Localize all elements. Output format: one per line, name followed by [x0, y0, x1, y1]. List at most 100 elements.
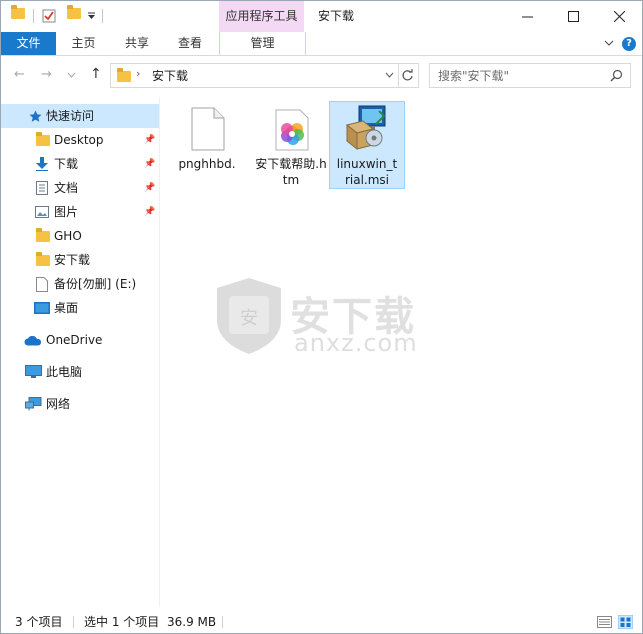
file-item[interactable]: 安下载帮助.htm — [254, 102, 328, 188]
blank-file-icon — [191, 107, 225, 151]
tab-view[interactable]: 查看 — [163, 32, 217, 55]
nav-item-drive-e[interactable]: 备份[勿删] (E:) — [1, 272, 159, 296]
nav-item-gho[interactable]: GHO — [1, 224, 159, 248]
folder-icon — [117, 68, 131, 82]
msi-installer-icon — [345, 105, 386, 151]
nav-item-anxz[interactable]: 安下载 — [1, 248, 159, 272]
refresh-icon[interactable] — [401, 69, 414, 82]
status-bar: 3 个项目 选中 1 个项目 36.9 MB — [1, 611, 642, 633]
html-file-icon — [275, 109, 309, 151]
maximize-button[interactable] — [550, 1, 596, 32]
divider — [222, 616, 223, 628]
folder-icon — [36, 228, 50, 242]
file-item[interactable]: pnghhbd. — [170, 102, 244, 188]
nav-this-pc[interactable]: 此电脑 — [1, 360, 159, 384]
watermark-shield-icon: 安 — [217, 278, 281, 354]
document-icon — [36, 181, 48, 195]
context-tab-app-tools: 应用程序工具 — [219, 1, 304, 32]
nav-item-pictures[interactable]: 图片 📌 — [1, 200, 159, 224]
breadcrumb[interactable]: 安下载 — [152, 67, 188, 84]
back-icon[interactable]: ← — [14, 67, 25, 82]
file-item-selected[interactable]: linuxwin_trial.msi — [329, 101, 405, 189]
tab-manage[interactable]: 管理 — [219, 32, 306, 55]
file-name: 安下载帮助.htm — [255, 157, 327, 187]
pictures-icon — [35, 206, 49, 218]
nav-item-desktop[interactable]: Desktop 📌 — [1, 128, 159, 152]
folder-icon — [36, 252, 50, 266]
status-selected: 选中 1 个项目 — [84, 615, 160, 629]
address-dropdown-icon[interactable] — [385, 72, 394, 78]
nav-label: 此电脑 — [46, 365, 83, 379]
tab-home[interactable]: 主页 — [56, 32, 111, 55]
close-icon — [613, 11, 625, 22]
folder-icon — [36, 132, 50, 146]
drive-icon — [36, 277, 48, 292]
network-icon — [25, 397, 42, 411]
nav-quick-access[interactable]: 快速访问 — [1, 104, 159, 128]
folder-icon — [11, 5, 25, 19]
nav-label: 快速访问 — [46, 109, 95, 123]
file-name: linuxwin_trial.msi — [336, 157, 398, 187]
new-folder-icon[interactable] — [67, 5, 81, 19]
nav-label: 备份[勿删] (E:) — [54, 277, 137, 291]
nav-onedrive[interactable]: OneDrive — [1, 328, 159, 352]
file-name: pnghhbd. — [178, 157, 236, 171]
details-view-icon[interactable] — [597, 616, 612, 628]
desktop-icon — [34, 302, 50, 314]
search-input[interactable]: 搜索"安下载" — [438, 67, 509, 84]
minimize-button[interactable] — [504, 1, 550, 32]
breadcrumb-chevron-icon[interactable]: › — [136, 67, 140, 80]
watermark-url: anxz.com — [294, 329, 418, 357]
properties-icon[interactable] — [42, 8, 56, 23]
up-icon[interactable]: ↑ — [90, 66, 102, 82]
status-size: 36.9 MB — [167, 615, 217, 629]
navigation-pane: 快速访问 Desktop 📌 下载 📌 文档 📌 图片 📌 GHO 安下载 备份… — [1, 97, 159, 607]
pin-icon[interactable]: 📌 — [144, 128, 155, 152]
pin-icon[interactable]: 📌 — [144, 200, 155, 224]
recent-locations-icon[interactable] — [67, 72, 76, 78]
nav-label: OneDrive — [46, 333, 103, 347]
nav-item-documents[interactable]: 文档 📌 — [1, 176, 159, 200]
divider — [102, 9, 103, 23]
status-item-count: 3 个项目 — [15, 615, 63, 629]
customize-toolbar-icon[interactable] — [87, 12, 96, 20]
address-bar[interactable]: › 安下载 — [110, 63, 419, 88]
star-icon — [29, 110, 42, 122]
nav-label: Desktop — [54, 133, 104, 147]
nav-item-desktop-cn[interactable]: 桌面 — [1, 296, 159, 320]
maximize-icon — [567, 11, 579, 22]
nav-label: GHO — [54, 229, 82, 243]
divider — [398, 64, 399, 87]
nav-item-downloads[interactable]: 下载 📌 — [1, 152, 159, 176]
search-box[interactable]: 搜索"安下载" — [429, 63, 631, 88]
pin-icon[interactable]: 📌 — [144, 152, 155, 176]
nav-label: 网络 — [46, 397, 71, 411]
close-button[interactable] — [596, 1, 642, 32]
nav-label: 安下载 — [54, 253, 91, 267]
forward-icon[interactable]: → — [41, 67, 52, 82]
computer-icon — [25, 365, 42, 378]
ribbon-tabs: 文件 主页 共享 查看 管理 ? — [1, 32, 642, 56]
ribbon-expand-icon[interactable] — [604, 40, 614, 47]
tab-share[interactable]: 共享 — [111, 32, 163, 55]
help-icon[interactable]: ? — [622, 37, 636, 51]
download-icon — [36, 157, 48, 171]
cloud-icon — [24, 336, 42, 346]
pin-icon[interactable]: 📌 — [144, 176, 155, 200]
window-title: 安下载 — [318, 9, 355, 23]
nav-label: 文档 — [54, 181, 79, 195]
nav-network[interactable]: 网络 — [1, 392, 159, 416]
nav-label: 桌面 — [54, 301, 79, 315]
divider — [33, 9, 34, 23]
file-list: pnghhbd. 安下载帮助.htm linuxwin_trial.msi 安 … — [160, 97, 642, 607]
nav-label: 下载 — [54, 157, 79, 171]
divider — [73, 616, 74, 628]
title-bar: 应用程序工具 安下载 — [1, 1, 642, 32]
watermark-shield-char: 安 — [240, 308, 258, 329]
minimize-icon — [521, 16, 533, 18]
explorer-window: 应用程序工具 安下载 文件 主页 共享 查看 管理 ? ← → ↑ › 安下载 — [0, 0, 643, 634]
nav-label: 图片 — [54, 205, 79, 219]
large-icons-view-icon[interactable] — [618, 615, 633, 629]
tab-file[interactable]: 文件 — [1, 32, 56, 55]
search-icon[interactable] — [610, 69, 623, 82]
